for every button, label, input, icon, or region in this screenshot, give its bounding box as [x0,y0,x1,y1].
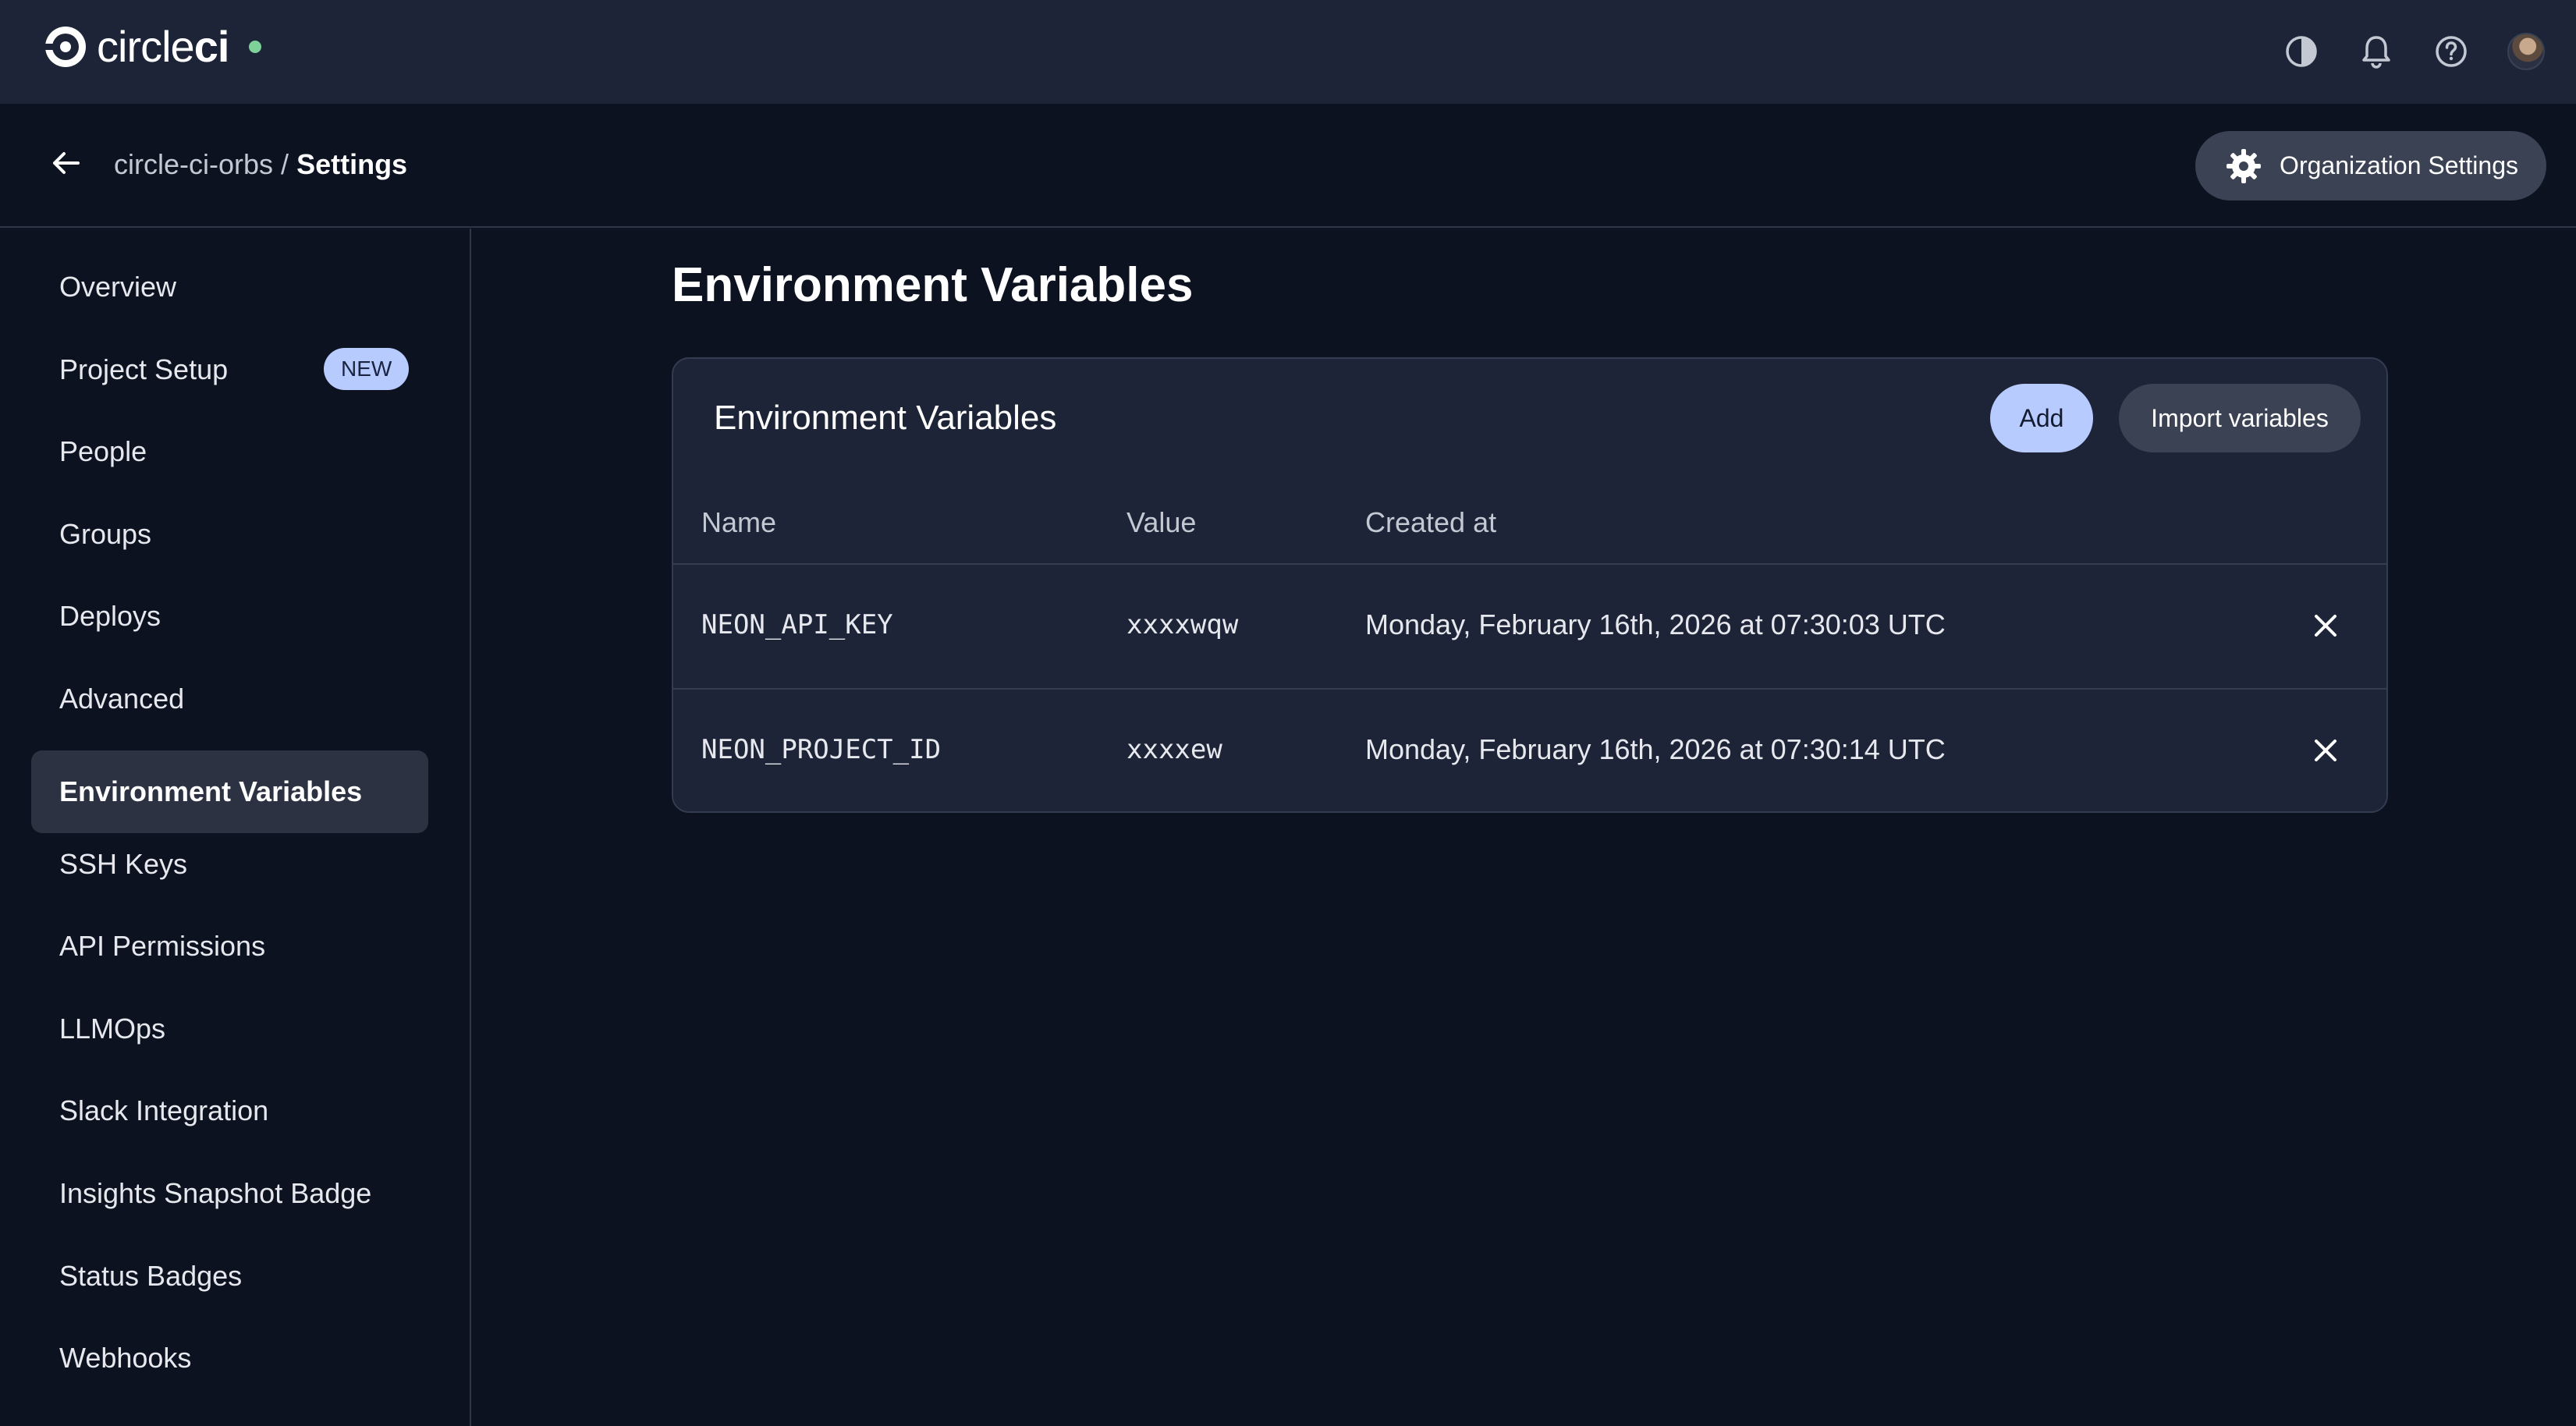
sidebar-item-label: People [59,435,147,467]
variable-value: xxxxwqw [1127,609,1239,640]
add-variable-button[interactable]: Add [1990,384,2093,452]
notifications-button[interactable] [2348,23,2404,80]
sidebar-item-label: API Permissions [59,930,266,962]
column-header-name: Name [701,506,777,538]
page-title: Environment Variables [672,258,1194,312]
table-row: NEON_PROJECT_ID xxxxew Monday, February … [673,688,2386,811]
variable-created-at: Monday, February 16th, 2026 at 07:30:03 … [1365,608,1946,640]
sidebar-item-label: Webhooks [59,1342,192,1374]
sidebar-item-label: LLMOps [59,1013,166,1045]
sidebar-item-groups[interactable]: Groups [31,493,428,576]
back-button[interactable] [44,141,87,185]
user-menu-button[interactable] [2498,23,2554,80]
avatar [2507,33,2545,70]
sidebar-item-llmops[interactable]: LLMOps [31,988,428,1070]
sidebar-item-status-badges[interactable]: Status Badges [31,1235,428,1318]
sidebar-item-overview[interactable]: Overview [31,246,428,328]
close-icon [2315,615,2336,637]
sidebar-item-label: Groups [59,518,152,550]
sidebar-item-label: Insights Snapshot Badge [59,1177,372,1209]
breadcrumb-separator: / [281,148,289,180]
variable-value: xxxxew [1127,734,1222,765]
sidebar-item-environment-variables[interactable]: Environment Variables [31,750,428,833]
top-bar: circleci [0,0,2576,104]
brand-name: circleci [97,22,229,71]
delete-variable-button[interactable] [2304,729,2347,772]
sidebar-item-deploys[interactable]: Deploys [31,575,428,658]
sidebar-item-webhooks[interactable]: Webhooks [31,1317,428,1399]
variable-name: NEON_PROJECT_ID [701,734,942,765]
table-row: NEON_API_KEY xxxxwqw Monday, February 16… [673,563,2386,688]
delete-variable-button[interactable] [2304,604,2347,647]
import-variables-button[interactable]: Import variables [2119,384,2361,452]
sidebar-item-insights-snapshot-badge[interactable]: Insights Snapshot Badge [31,1152,428,1235]
sidebar-item-project-setup[interactable]: Project Setup NEW [31,328,428,411]
sidebar-item-label: Advanced [59,683,185,715]
sidebar-item-label: Overview [59,271,177,303]
settings-header: circle-ci-orbs / Settings Organization S… [0,104,2576,228]
panel-title: Environment Variables [714,399,1057,437]
circleci-logo[interactable]: circleci [44,22,262,71]
organization-settings-button[interactable]: Organization Settings [2195,131,2546,200]
bell-icon [2362,36,2390,69]
sidebar-item-label: SSH Keys [59,848,188,880]
sidebar-item-label: Slack Integration [59,1094,269,1126]
breadcrumb-org[interactable]: circle-ci-orbs [114,148,273,180]
variable-created-at: Monday, February 16th, 2026 at 07:30:14 … [1365,733,1946,765]
close-icon [2315,740,2336,761]
sidebar-item-label: Environment Variables [59,775,363,807]
env-vars-panel: Environment Variables Add Import variabl… [672,357,2388,813]
column-header-created-at: Created at [1365,506,1497,538]
gear-icon [2227,148,2262,183]
breadcrumb-current: Settings [296,148,408,180]
breadcrumb: circle-ci-orbs / Settings [114,147,407,182]
sidebar-item-label: Project Setup [59,353,229,385]
variable-name: NEON_API_KEY [701,609,893,640]
sidebar-item-label: Deploys [59,600,161,632]
sidebar-item-people[interactable]: People [31,410,428,493]
status-dot [249,41,262,53]
new-badge: NEW [324,348,410,390]
theme-toggle-icon [2286,36,2317,67]
sidebar-item-api-permissions[interactable]: API Permissions [31,905,428,988]
theme-toggle-button[interactable] [2273,23,2329,80]
help-icon [2436,36,2467,67]
sidebar-item-slack-integration[interactable]: Slack Integration [31,1070,428,1152]
sidebar-item-ssh-keys[interactable]: SSH Keys [31,823,428,906]
column-header-value: Value [1127,506,1197,538]
sidebar-item-advanced[interactable]: Advanced [31,658,428,740]
organization-settings-label: Organization Settings [2280,151,2518,179]
help-button[interactable] [2423,23,2479,80]
arrow-left-icon [53,152,80,174]
sidebar-item-label: Status Badges [59,1260,243,1292]
circleci-logo-icon [44,27,86,67]
settings-sidebar: Overview Project Setup NEW People Groups… [0,229,471,1426]
